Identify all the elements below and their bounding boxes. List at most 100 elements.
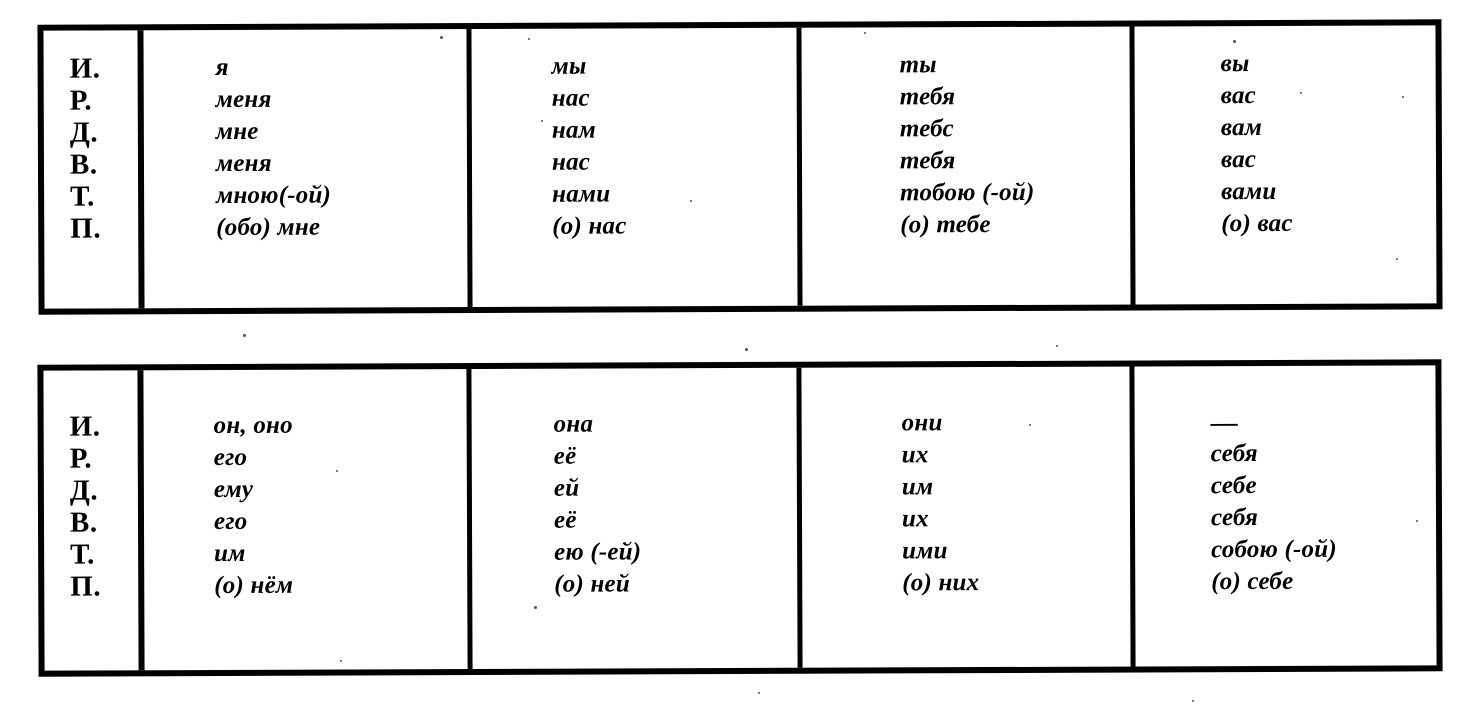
pronoun-form: собою (-ой) bbox=[1211, 535, 1337, 564]
pronoun-column-ona: она её ей её ею (-ей) (о) ней bbox=[471, 367, 803, 670]
pronoun-form: им bbox=[214, 539, 246, 568]
scan-speck bbox=[1029, 424, 1031, 426]
pronoun-form: вас bbox=[1220, 82, 1256, 110]
pronoun-form: (обо) мне bbox=[216, 213, 321, 242]
case-label-instrumental: Т. bbox=[70, 180, 95, 213]
pronoun-form: её bbox=[553, 506, 577, 534]
case-label-genitive: Р. bbox=[69, 442, 93, 475]
pronoun-form-list: — себя себе себя собою (-ой) (о) себе bbox=[1211, 406, 1337, 598]
pronoun-form: (о) тебе bbox=[900, 211, 991, 239]
declension-table-1st-2nd-person: И. Р. Д. В. Т. П. я меня мне меня мною(-… bbox=[37, 19, 1443, 315]
pronoun-form: (о) себе bbox=[1211, 567, 1294, 596]
scan-speck bbox=[340, 660, 342, 662]
pronoun-form: тебс bbox=[899, 115, 954, 143]
pronoun-form: вами bbox=[1221, 177, 1277, 206]
pronoun-form: ими bbox=[902, 537, 948, 565]
case-label-dative: Д. bbox=[69, 474, 99, 507]
scan-speck bbox=[1300, 92, 1302, 94]
pronoun-column-vy: вы вас вам вас вами (о) вас bbox=[1134, 25, 1436, 304]
pronoun-form: его bbox=[213, 507, 248, 536]
pronoun-form: тебя bbox=[899, 83, 956, 111]
pronoun-column-ty: ты тебя тебс тебя тобою (-ой) (о) тебе bbox=[801, 26, 1136, 306]
pronoun-column-on-ono: он, оно его ему его им (о) нём bbox=[143, 369, 473, 671]
pronoun-form: нас bbox=[551, 84, 590, 112]
pronoun-column-sebya: — себя себе себя собою (-ой) (о) себе bbox=[1134, 365, 1436, 666]
pronoun-form: мы bbox=[551, 52, 587, 80]
pronoun-form: (о) нём bbox=[214, 571, 294, 600]
pronoun-form: нами bbox=[552, 180, 611, 208]
pronoun-form-list: он, оно его ему его им (о) нём bbox=[214, 410, 294, 602]
declension-table-3rd-person-and-reflexive: И. Р. Д. В. Т. П. он, оно его ему его им… bbox=[37, 359, 1443, 677]
case-label-list: И. Р. Д. В. Т. П. bbox=[70, 52, 102, 244]
scan-speck bbox=[243, 334, 246, 337]
pronoun-form: нас bbox=[551, 148, 591, 176]
pronoun-form: его bbox=[213, 443, 248, 472]
pronoun-form: себе bbox=[1210, 472, 1257, 500]
pronoun-form: вас bbox=[1220, 146, 1257, 174]
case-label-prepositional: П. bbox=[70, 212, 102, 245]
pronoun-column-my: мы нас нам нас нами (о) нас bbox=[471, 27, 803, 308]
scan-speck bbox=[541, 120, 543, 122]
pronoun-form: она bbox=[553, 410, 594, 438]
case-label-prepositional: П. bbox=[70, 570, 102, 603]
pronoun-form-list: мы нас нам нас нами (о) нас bbox=[552, 50, 627, 242]
pronoun-form-list: вы вас вам вас вами (о) вас bbox=[1221, 48, 1293, 240]
pronoun-form: мне bbox=[215, 117, 259, 146]
scan-speck bbox=[534, 606, 537, 609]
pronoun-form: вы bbox=[1220, 50, 1250, 78]
pronoun-form: им bbox=[901, 473, 934, 501]
pronoun-form: ты bbox=[899, 51, 937, 79]
scan-speck bbox=[1416, 520, 1418, 522]
pronoun-form: её bbox=[553, 442, 577, 470]
pronoun-form: он, оно bbox=[213, 411, 293, 440]
pronoun-form: (о) нас bbox=[552, 212, 627, 240]
pronoun-form: себя bbox=[1210, 440, 1258, 468]
pronoun-form: меня bbox=[215, 149, 272, 178]
pronoun-form: я bbox=[215, 53, 229, 82]
case-label-instrumental: Т. bbox=[70, 538, 95, 571]
pronoun-form: они bbox=[901, 409, 943, 437]
case-label-nominative: И. bbox=[69, 52, 101, 85]
scan-speck bbox=[745, 348, 748, 351]
pronoun-form: их bbox=[901, 441, 929, 469]
pronoun-form: их bbox=[901, 505, 929, 533]
pronoun-form: (о) вас bbox=[1221, 209, 1293, 238]
pronoun-form: ему bbox=[213, 475, 254, 504]
scan-speck bbox=[864, 32, 866, 34]
case-label-accusative: В. bbox=[69, 148, 98, 181]
pronoun-column-ya: я меня мне меня мною(-ой) (обо) мне bbox=[143, 29, 473, 309]
pronoun-form: меня bbox=[215, 85, 272, 114]
pronoun-form-list: ты тебя тебс тебя тобою (-ой) (о) тебе bbox=[900, 49, 1035, 242]
case-label-accusative: В. bbox=[69, 506, 98, 539]
pronoun-form: тобою (-ой) bbox=[900, 178, 1035, 207]
pronoun-form-list: они их им их ими (о) них bbox=[902, 407, 980, 599]
pronoun-form-empty-dash: — bbox=[1210, 407, 1238, 438]
scan-speck bbox=[1402, 96, 1404, 98]
case-label-column: И. Р. Д. В. Т. П. bbox=[43, 30, 145, 309]
pronoun-form: (о) них bbox=[902, 569, 980, 597]
scan-speck bbox=[1396, 258, 1398, 260]
pronoun-form-list: она её ей её ею (-ей) (о) ней bbox=[554, 408, 642, 600]
case-label-genitive: Р. bbox=[69, 84, 93, 117]
pronoun-column-oni: они их им их ими (о) них bbox=[801, 366, 1136, 668]
pronoun-form: тебя bbox=[899, 147, 956, 175]
case-label-dative: Д. bbox=[69, 116, 99, 149]
case-label-list: И. Р. Д. В. Т. П. bbox=[70, 410, 102, 602]
scan-speck bbox=[1233, 40, 1236, 43]
pronoun-form: ею (-ей) bbox=[554, 538, 642, 566]
scan-speck bbox=[440, 36, 443, 39]
case-label-nominative: И. bbox=[69, 410, 101, 443]
scan-speck bbox=[690, 200, 692, 202]
case-label-column: И. Р. Д. В. Т. П. bbox=[43, 370, 145, 671]
pronoun-form: ей bbox=[553, 474, 580, 502]
pronoun-form-list: я меня мне меня мною(-ой) (обо) мне bbox=[216, 52, 332, 244]
scanned-page: И. Р. Д. В. Т. П. я меня мне меня мною(-… bbox=[0, 0, 1465, 711]
scan-speck bbox=[336, 470, 338, 472]
scan-speck bbox=[1192, 700, 1194, 702]
scan-speck bbox=[528, 38, 530, 40]
pronoun-form: мною(-ой) bbox=[216, 181, 332, 210]
scan-speck bbox=[758, 692, 760, 694]
pronoun-form: нам bbox=[551, 116, 597, 144]
scan-speck bbox=[1056, 345, 1058, 347]
pronoun-form: себя bbox=[1210, 504, 1259, 532]
